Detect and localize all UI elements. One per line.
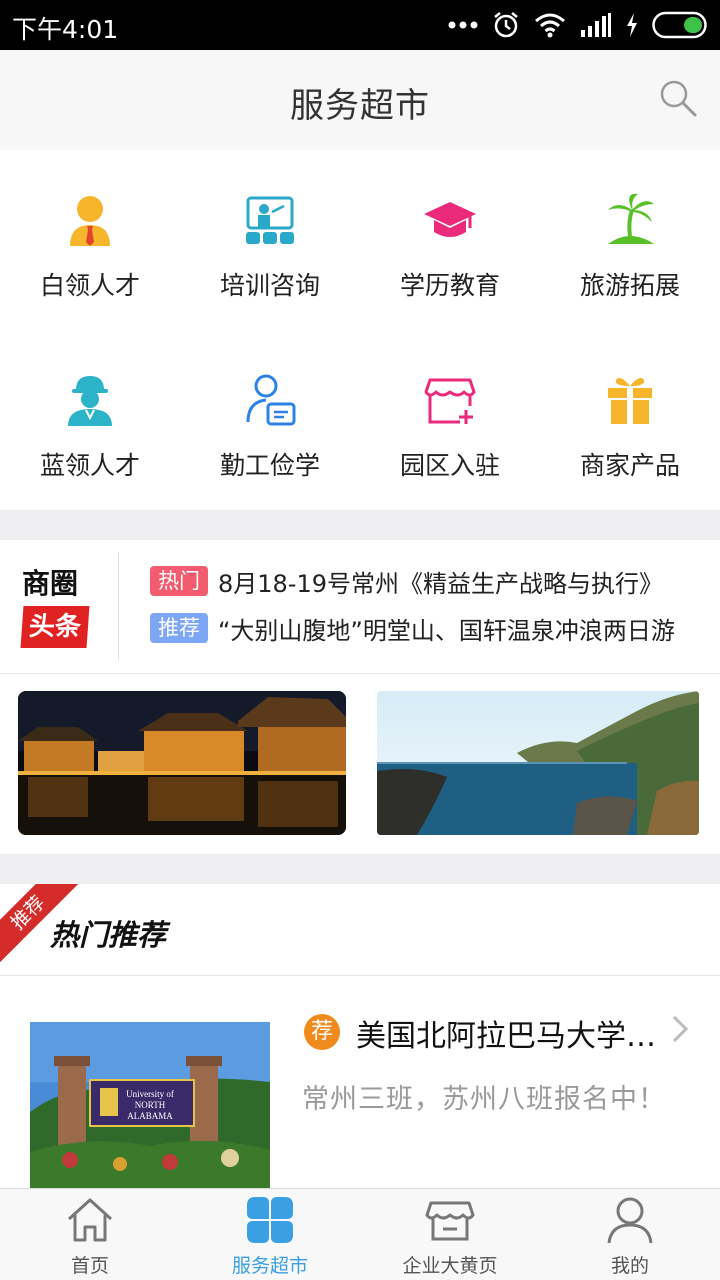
search-icon[interactable] bbox=[658, 78, 698, 118]
hot-recommend-header: 推荐 热门推荐 bbox=[0, 884, 720, 976]
service-label: 蓝领人才 bbox=[39, 451, 140, 480]
item-subtitle: 常州三班，苏州八班报名中！ bbox=[302, 1084, 666, 1115]
banner-area bbox=[0, 673, 720, 854]
divider bbox=[118, 552, 119, 660]
seaside-image bbox=[377, 691, 699, 835]
service-tourism[interactable]: 旅游拓展 bbox=[540, 150, 720, 330]
gift-box-icon bbox=[608, 378, 652, 424]
white-collar-icon bbox=[70, 196, 110, 246]
palm-tree-icon bbox=[608, 193, 654, 244]
section-title: 热门推荐 bbox=[50, 918, 167, 952]
tab-service-market[interactable]: 服务超市 bbox=[180, 1189, 360, 1280]
service-work-study[interactable]: 勤工俭学 bbox=[180, 330, 360, 510]
graduation-cap-icon bbox=[424, 202, 476, 237]
tab-label: 企业大黄页 bbox=[402, 1255, 498, 1277]
recommend-badge: 荐 bbox=[304, 1014, 340, 1050]
service-label: 旅游拓展 bbox=[579, 271, 680, 300]
service-market-icon bbox=[247, 1197, 293, 1243]
store-icon bbox=[425, 1201, 475, 1241]
service-merchant[interactable]: 商家产品 bbox=[540, 330, 720, 510]
service-park[interactable]: 园区入驻 bbox=[360, 330, 540, 510]
banner-night-town[interactable] bbox=[18, 691, 346, 835]
service-label: 培训咨询 bbox=[219, 271, 320, 300]
recommend-tag: 推荐 bbox=[150, 613, 208, 643]
sign-text-2: NORTH bbox=[135, 1100, 166, 1110]
chevron-right-icon bbox=[672, 1015, 689, 1043]
park-store-icon bbox=[424, 378, 476, 424]
tab-label: 我的 bbox=[610, 1255, 649, 1277]
battery-icon bbox=[652, 11, 707, 39]
banner-seaside[interactable] bbox=[377, 691, 699, 835]
signal-icon bbox=[581, 13, 611, 37]
service-label: 园区入驻 bbox=[399, 451, 500, 480]
sign-text-3: ALABAMA bbox=[127, 1111, 173, 1121]
home-icon bbox=[67, 1198, 113, 1242]
person-icon bbox=[607, 1197, 653, 1244]
service-blue-collar[interactable]: 蓝领人才 bbox=[0, 330, 180, 510]
charging-icon bbox=[627, 13, 637, 37]
headline-logo: 商圈 头条 bbox=[20, 562, 98, 662]
service-label: 商家产品 bbox=[579, 451, 680, 480]
logo-line1: 商圈 bbox=[22, 567, 79, 600]
university-sign-image: University of NORTH ALABAMA bbox=[30, 1022, 270, 1190]
service-grid: 白领人才 培训咨询 学历教育 旅游拓展 蓝领人才 勤工俭学 园区入驻 商家产品 bbox=[0, 150, 720, 510]
news-item[interactable]: 热门 8月18-19号常州《精益生产战略与执行》 bbox=[150, 564, 700, 598]
tab-home[interactable]: 首页 bbox=[0, 1189, 180, 1280]
item-thumbnail: University of NORTH ALABAMA bbox=[30, 1022, 270, 1190]
tab-label: 服务超市 bbox=[231, 1255, 308, 1277]
item-title: 美国北阿拉巴马大学MBA bbox=[356, 1019, 656, 1054]
hot-recommend-section: 推荐 热门推荐 University of NORTH ALABAMA 荐 美国… bbox=[0, 884, 720, 1190]
tab-yellow-pages[interactable]: 企业大黄页 bbox=[360, 1189, 540, 1280]
night-town-image bbox=[18, 691, 346, 835]
news-item[interactable]: 推荐 “大别山腹地”明堂山、国轩温泉冲浪两日游 bbox=[150, 611, 700, 645]
news-text: “大别山腹地”明堂山、国轩温泉冲浪两日游 bbox=[218, 616, 675, 645]
service-education[interactable]: 学历教育 bbox=[360, 150, 540, 330]
service-label: 白领人才 bbox=[39, 271, 140, 300]
news-text: 8月18-19号常州《精益生产战略与执行》 bbox=[218, 569, 664, 598]
wifi-icon bbox=[535, 13, 565, 38]
alarm-icon bbox=[494, 12, 518, 38]
logo-line2: 头条 bbox=[20, 606, 90, 648]
page-title: 服务超市 bbox=[290, 86, 430, 126]
headline-news: 商圈 头条 热门 8月18-19号常州《精益生产战略与执行》 推荐 “大别山腹地… bbox=[0, 540, 720, 673]
service-label: 学历教育 bbox=[399, 271, 500, 300]
status-bar: 下午4:01 bbox=[0, 0, 720, 50]
more-dots-icon bbox=[448, 21, 478, 29]
tab-mine[interactable]: 我的 bbox=[540, 1189, 720, 1280]
bottom-tab-bar: 首页 服务超市 企业大黄页 我的 bbox=[0, 1188, 720, 1280]
work-study-icon bbox=[246, 374, 296, 426]
hot-tag: 热门 bbox=[150, 566, 208, 596]
title-bar: 服务超市 bbox=[0, 50, 720, 150]
status-time: 下午4:01 bbox=[12, 15, 119, 44]
training-icon bbox=[246, 196, 294, 244]
service-training[interactable]: 培训咨询 bbox=[180, 150, 360, 330]
service-label: 勤工俭学 bbox=[219, 451, 320, 480]
tab-label: 首页 bbox=[70, 1255, 109, 1277]
sign-text-1: University of bbox=[126, 1089, 174, 1099]
recommend-item[interactable]: University of NORTH ALABAMA 荐 美国北阿拉巴马大学M… bbox=[0, 977, 720, 1190]
blue-collar-worker-icon bbox=[68, 376, 112, 426]
service-white-collar[interactable]: 白领人才 bbox=[0, 150, 180, 330]
